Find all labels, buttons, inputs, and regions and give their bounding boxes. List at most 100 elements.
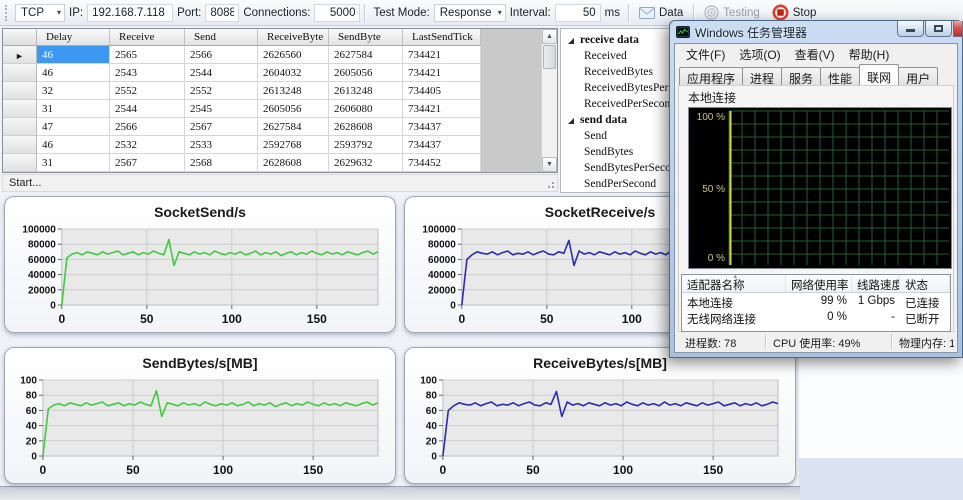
grid-cell[interactable]: 734437 [403,118,481,136]
grid-cell[interactable]: 2567 [185,118,258,136]
row-header-cell[interactable] [3,136,37,154]
grid-cell[interactable]: 2552 [185,82,258,100]
grid-cell[interactable]: 46 [37,136,110,154]
grid-cell[interactable]: 2613248 [258,82,329,100]
grid-cell[interactable]: 32 [37,82,110,100]
tm-titlebar[interactable]: Windows 任务管理器 [670,21,962,43]
grid-cell[interactable]: 2543 [110,64,185,82]
grid-cell[interactable]: 2629632 [329,154,403,172]
grid-cell[interactable]: 2606080 [329,100,403,118]
grid-cell[interactable]: 2567 [110,154,185,172]
grid-cell[interactable]: 31 [37,154,110,172]
test-mode-combobox[interactable]: Response ▾ [434,4,506,22]
data-button[interactable]: Data [633,4,689,22]
minimize-button[interactable] [897,21,924,37]
grid-scrollbar[interactable]: ▲ ▼ [541,29,557,172]
row-header-cell[interactable] [3,100,37,118]
grid-cell[interactable]: 2544 [110,100,185,118]
tree-item[interactable]: ReceivedBytes [561,64,676,80]
grid-cell[interactable]: 2626560 [258,46,329,64]
tree-item[interactable]: ReceivedPerSecond [561,96,676,112]
grid-cell[interactable]: 2605056 [329,64,403,82]
grid-cell[interactable]: 47 [37,118,110,136]
resize-grip[interactable] [544,178,554,188]
row-header-cell[interactable] [3,64,37,82]
grid-cell[interactable]: 2533 [185,136,258,154]
toolbar-grip[interactable] [5,5,10,21]
menu-item[interactable]: 选项(O) [732,46,787,63]
tm-column-header[interactable]: 状态 [900,275,950,292]
grid-cell[interactable]: 2566 [185,46,258,64]
tree-item[interactable]: Received [561,48,676,64]
grid-cell[interactable]: 2565 [110,46,185,64]
scroll-up-icon[interactable]: ▲ [542,29,557,44]
grid-cell[interactable]: 2552 [110,82,185,100]
grid-cell[interactable]: 734421 [403,46,481,64]
tab-用户[interactable]: 用户 [898,67,938,85]
tree-item[interactable]: SendBytesPerSecond [561,160,676,176]
grid-cell[interactable]: 2545 [185,100,258,118]
row-header-cell[interactable] [3,118,37,136]
tree-group[interactable]: send data [561,112,676,128]
grid-cell[interactable]: 2593792 [329,136,403,154]
grid-column-header[interactable]: Delay [37,29,110,46]
tree-item[interactable]: SendPerSecond [561,176,676,192]
grid-cell[interactable]: 2628608 [258,154,329,172]
grid-cell[interactable]: 46 [37,64,110,82]
tab-应用程序[interactable]: 应用程序 [679,67,743,85]
grid-cell[interactable]: 734405 [403,82,481,100]
grid-column-header[interactable]: Receive [110,29,185,46]
grid-cell[interactable]: 734437 [403,136,481,154]
grid-cell[interactable]: 2604032 [258,64,329,82]
tm-column-header[interactable]: 线路速度 [852,275,900,292]
tree-item[interactable]: Send [561,128,676,144]
protocol-combobox[interactable]: TCP ▾ [15,4,65,22]
grid-cell[interactable]: 2627584 [329,46,403,64]
grid-cell[interactable]: 2532 [110,136,185,154]
tab-联网[interactable]: 联网 [859,64,899,85]
close-button[interactable] [953,21,963,37]
ip-input[interactable] [87,4,173,22]
tm-column-header[interactable]: 网络使用率 [786,275,852,292]
grid-column-header[interactable]: Send [185,29,258,46]
grid-cell[interactable]: 2628608 [329,118,403,136]
maximize-button[interactable] [925,21,952,37]
grid-cell[interactable]: 46 [37,46,110,64]
menu-item[interactable]: 查看(V) [788,46,842,63]
grid-cell[interactable]: 734452 [403,154,481,172]
menu-item[interactable]: 帮助(H) [842,46,897,63]
interval-input[interactable] [555,4,601,22]
row-header-cell[interactable] [3,154,37,172]
tree-group[interactable]: receive data [561,32,676,48]
tab-服务[interactable]: 服务 [781,67,821,85]
tab-性能[interactable]: 性能 [820,67,860,85]
grid-cell[interactable]: 2592768 [258,136,329,154]
grid-column-header[interactable]: ReceiveByte [258,29,329,46]
table-row[interactable]: 本地连接99 %1 Gbps已连接 [682,293,950,309]
grid-cell[interactable]: 2568 [185,154,258,172]
grid-corner-cell[interactable] [3,29,37,46]
grid-column-header[interactable]: SendByte [329,29,403,46]
tm-column-header[interactable]: 适配器名称▴ [682,275,786,292]
grid-cell[interactable]: 31 [37,100,110,118]
tab-进程[interactable]: 进程 [742,67,782,85]
scroll-down-icon[interactable]: ▼ [542,157,557,172]
grid-cell[interactable]: 2566 [110,118,185,136]
scroll-thumb[interactable] [543,45,556,69]
tree-item[interactable]: ReceivedBytesPerSecond [561,80,676,96]
row-header-cell[interactable]: ► [3,46,37,64]
grid-cell[interactable]: 734421 [403,100,481,118]
tm-cell: 本地连接 [682,293,786,309]
port-input[interactable] [205,4,239,22]
menu-item[interactable]: 文件(F) [679,46,732,63]
grid-cell[interactable]: 2613248 [329,82,403,100]
grid-cell[interactable]: 2605056 [258,100,329,118]
row-header-cell[interactable] [3,82,37,100]
grid-cell[interactable]: 2627584 [258,118,329,136]
tree-item[interactable]: SendBytes [561,144,676,160]
grid-cell[interactable]: 734421 [403,64,481,82]
connections-input[interactable] [314,4,360,22]
table-row[interactable]: 无线网络连接0 %-已断开 [682,309,950,325]
grid-cell[interactable]: 2544 [185,64,258,82]
grid-column-header[interactable]: LastSendTick [403,29,481,46]
